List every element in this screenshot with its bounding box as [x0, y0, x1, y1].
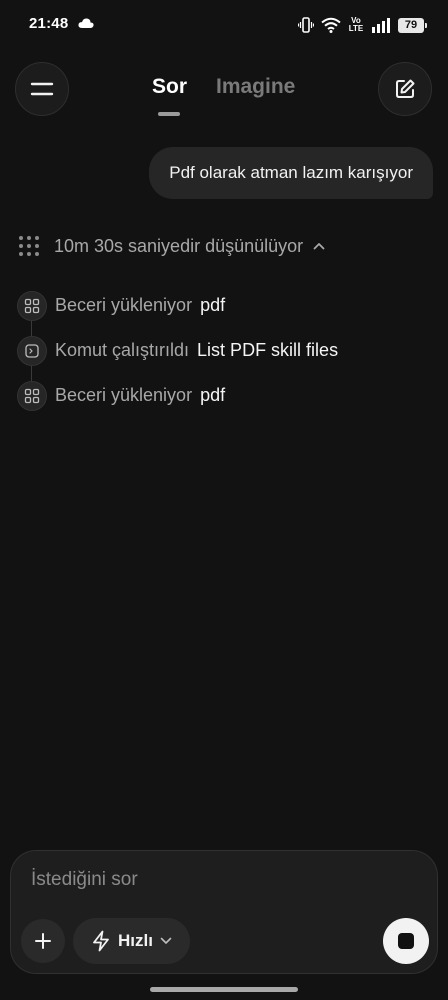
step-label: Beceri yükleniyor	[55, 385, 193, 405]
mode-selector[interactable]: Hızlı	[73, 918, 190, 964]
activity-step: Komut çalıştırıldı List PDF skill files	[17, 328, 338, 373]
step-label: Beceri yükleniyor	[55, 295, 193, 315]
status-bar: 21:48 Vo LTE 79	[0, 0, 448, 50]
status-icons: Vo LTE 79	[298, 14, 427, 36]
message-composer[interactable]: İstediğini sor Hızlı	[10, 850, 438, 974]
message-input[interactable]: İstediğini sor	[31, 869, 138, 891]
cloud-icon	[78, 18, 94, 28]
skill-icon	[17, 290, 47, 321]
new-chat-button[interactable]	[378, 62, 432, 116]
thinking-text: 10m 30s saniyedir düşünülüyor	[54, 235, 304, 256]
activity-step: Beceri yükleniyor pdf	[17, 283, 338, 328]
tab-imagine[interactable]: Imagine	[216, 75, 295, 99]
attach-button[interactable]	[21, 919, 65, 963]
wifi-icon	[321, 17, 341, 33]
plus-icon	[35, 933, 51, 949]
activity-step: Beceri yükleniyor pdf	[17, 373, 338, 418]
user-message-text: Pdf olarak atman lazım karışıyor	[169, 163, 413, 182]
activity-steps: Beceri yükleniyor pdf Komut çalıştırıldı…	[17, 283, 338, 418]
chevron-down-icon	[160, 937, 172, 944]
chevron-up-icon	[313, 243, 325, 250]
signal-icon	[372, 18, 390, 33]
thinking-dots-icon	[19, 236, 39, 256]
edit-icon	[396, 79, 415, 98]
terminal-icon	[17, 335, 47, 366]
stop-button[interactable]	[383, 918, 429, 964]
mode-label: Hızlı	[118, 931, 153, 950]
status-time: 21:48	[29, 15, 69, 32]
thinking-status[interactable]: 10m 30s saniyedir düşünülüyor	[19, 234, 325, 258]
battery-level: 79	[404, 19, 418, 31]
step-detail: pdf	[200, 385, 226, 405]
tab-sor[interactable]: Sor	[152, 75, 187, 99]
step-label: Komut çalıştırıldı	[55, 340, 190, 360]
home-indicator[interactable]	[150, 987, 298, 992]
step-detail: pdf	[200, 295, 226, 315]
skill-icon	[17, 380, 47, 411]
vibrate-icon	[298, 17, 314, 33]
lightning-icon	[93, 930, 109, 952]
battery-icon: 79	[398, 17, 427, 33]
volte-indicator: Vo LTE	[348, 16, 364, 33]
stop-icon	[398, 933, 414, 949]
step-detail: List PDF skill files	[197, 340, 339, 360]
user-message-bubble: Pdf olarak atman lazım karışıyor	[149, 147, 433, 199]
active-tab-indicator	[158, 112, 180, 116]
